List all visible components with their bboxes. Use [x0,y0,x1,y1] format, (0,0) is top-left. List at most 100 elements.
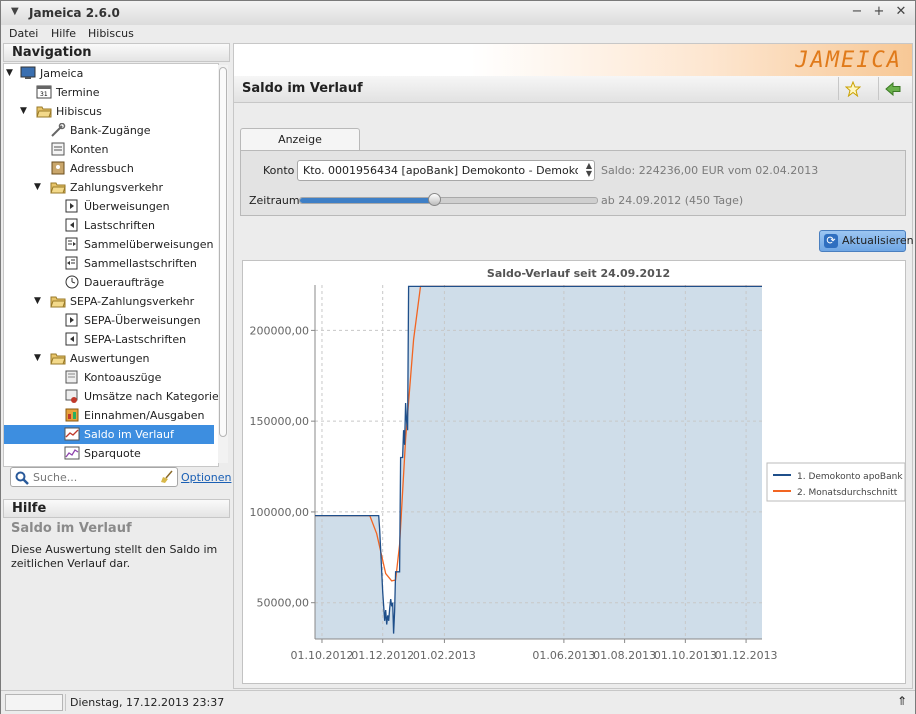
sidebar-item-daueraufträge[interactable]: Daueraufträge [4,273,214,292]
saldo-chart: Saldo-Verlauf seit 24.09.2012 50000,00 100… [250,267,906,662]
chart-icon [64,427,80,441]
slider-knob[interactable] [427,193,441,206]
sidebar-item-sepa-zahlungsverkehr[interactable]: ▼ SEPA-Zahlungsverkehr [4,292,214,311]
sidebar-item-label: Bank-Zugänge [70,124,151,137]
konto-select[interactable]: Kto. 0001956434 [apoBank] Demokonto - De… [297,160,595,181]
statement-icon [65,370,78,384]
refresh-label: Aktualisieren [842,234,914,247]
sidebar-item-sammelüberweisungen[interactable]: Sammelüberweisungen [4,235,214,254]
expand-toggle-icon[interactable]: ▼ [20,102,27,121]
x-tick-label: 01.02.2013 [413,649,476,662]
sidebar-item-einnahmen-ausgaben[interactable]: Einnahmen/Ausgaben [4,406,214,425]
sidebar-item-auswertungen[interactable]: ▼ Auswertungen [4,349,214,368]
collective-debit-icon [65,256,78,270]
x-tick-label: 01.12.2013 [715,649,778,662]
window-menu-icon[interactable]: ▼ [11,6,19,17]
sidebar-item-label: SEPA-Lastschriften [84,333,187,346]
select-spinner-icon[interactable]: ▲ ▼ [586,162,592,178]
navigation-scrollbar[interactable] [218,65,228,463]
transfer-icon [65,313,78,327]
sidebar-item-label: Sammelüberweisungen [84,238,214,251]
calendar-icon: 31 [36,85,52,99]
slider-fill [300,198,434,203]
status-bar: Dienstag, 17.12.2013 23:37 ⇑ [1,690,915,714]
page-title: Saldo im Verlauf [242,81,363,96]
close-icon[interactable]: ✕ [893,4,909,20]
sidebar-item-label: Saldo im Verlauf [84,428,174,441]
search-input[interactable]: Suche... [10,467,178,487]
scrollbar-thumb[interactable] [219,67,227,437]
folder-open-icon [50,353,66,365]
sidebar-item-sparquote[interactable]: Sparquote [4,444,214,463]
banner: JAMEICA [234,44,912,77]
sidebar-item-label: Sammellastschriften [84,257,197,270]
konto-label: Konto [263,164,295,177]
sidebar-item-label: Sparquote [84,447,141,460]
left-pane: Navigation ▼ Jameica 31 Termine ▼ Hibiscus Ban… [3,43,231,689]
collective-transfer-icon [65,237,78,251]
expand-toggle-icon[interactable]: ▼ [6,64,13,83]
konto-select-value: Kto. 0001956434 [apoBank] Demokonto - De… [303,164,578,177]
sidebar-item-bank-zugänge[interactable]: Bank-Zugänge [4,121,214,140]
sidebar-item-sammellastschriften[interactable]: Sammellastschriften [4,254,214,273]
sidebar-item-kontoauszüge[interactable]: Kontoauszüge [4,368,214,387]
menu-hilfe[interactable]: Hilfe [51,27,76,40]
sidebar-item-zahlungsverkehr[interactable]: ▼ Zahlungsverkehr [4,178,214,197]
svg-text:31: 31 [40,91,48,98]
options-link[interactable]: Optionen [181,471,231,484]
savings-icon [64,446,80,460]
saldo-text: Saldo: 224236,00 EUR vom 02.04.2013 [601,164,819,177]
maximize-icon[interactable]: + [871,4,887,20]
search-row: Suche... Optionen [7,467,231,489]
clock-icon [65,275,79,289]
addressbook-icon [51,161,65,175]
sidebar-item-sepa-lastschriften[interactable]: SEPA-Lastschriften [4,330,214,349]
app-window: ▼ Jameica 2.6.0 − + ✕ Datei Hilfe Hibisc… [0,0,916,714]
bookmark-star-icon[interactable] [838,77,867,100]
x-tick-label: 01.10.2012 [290,649,353,662]
back-arrow-icon[interactable] [878,77,907,100]
sidebar-item-adressbuch[interactable]: Adressbuch [4,159,214,178]
debit-icon [65,332,78,346]
menu-bar: Datei Hilfe Hibiscus [1,25,915,43]
broom-icon[interactable] [160,470,174,484]
sidebar-item-label: Kontoauszüge [84,371,162,384]
sidebar-item-hibiscus[interactable]: ▼ Hibiscus [4,102,214,121]
x-tick-label: 01.10.2013 [654,649,717,662]
menu-hibiscus[interactable]: Hibiscus [88,27,134,40]
zeitraum-text: ab 24.09.2012 (450 Tage) [601,194,744,207]
y-tick-label: 50000,00 [257,597,310,610]
main-pane: JAMEICA Saldo im Verlauf Anzeige einschr… [233,43,914,689]
tab-anzeige-einschraenken[interactable]: Anzeige einschränken [240,128,360,167]
expand-toggle-icon[interactable]: ▼ [34,292,41,311]
expand-toggle-icon[interactable]: ▼ [34,349,41,368]
sidebar-item-konten[interactable]: Konten [4,140,214,159]
menu-datei[interactable]: Datei [9,27,38,40]
category-icon [65,389,78,403]
sidebar-item-saldo-im-verlauf[interactable]: Saldo im Verlauf [4,425,214,444]
sidebar-item-label: Einnahmen/Ausgaben [84,409,205,422]
sidebar-item-sepa-überweisungen[interactable]: SEPA-Überweisungen [4,311,214,330]
refresh-button[interactable]: ⟳ Aktualisieren [819,230,914,252]
sidebar-item-jameica[interactable]: ▼ Jameica [4,64,214,83]
income-icon [65,408,79,422]
collapse-up-icon[interactable]: ⇑ [897,694,907,708]
transfer-icon [65,199,78,213]
sidebar-item-lastschriften[interactable]: Lastschriften [4,216,214,235]
sidebar-item-label: Adressbuch [70,162,134,175]
sidebar-item-termine[interactable]: 31 Termine [4,83,214,102]
y-tick-label: 200000,00 [250,324,310,337]
x-tick-label: 01.12.2012 [351,649,414,662]
navigation-tree[interactable]: ▼ Jameica 31 Termine ▼ Hibiscus Bank-Zugänge Ko… [3,63,219,467]
x-tick-label: 01.06.2013 [532,649,595,662]
sidebar-item-label: Daueraufträge [84,276,165,289]
sidebar-item-überweisungen[interactable]: Überweisungen [4,197,214,216]
status-box [5,694,63,711]
chart-panel: Saldo-Verlauf seit 24.09.2012 50000,00 100… [242,260,906,684]
page-header: Saldo im Verlauf [234,76,912,103]
minimize-icon[interactable]: − [849,4,865,20]
expand-toggle-icon[interactable]: ▼ [34,178,41,197]
zeitraum-slider[interactable] [299,193,598,206]
sidebar-item-umsätze-nach-kategorien[interactable]: Umsätze nach Kategorien [4,387,218,406]
y-tick-label: 100000,00 [250,506,310,519]
